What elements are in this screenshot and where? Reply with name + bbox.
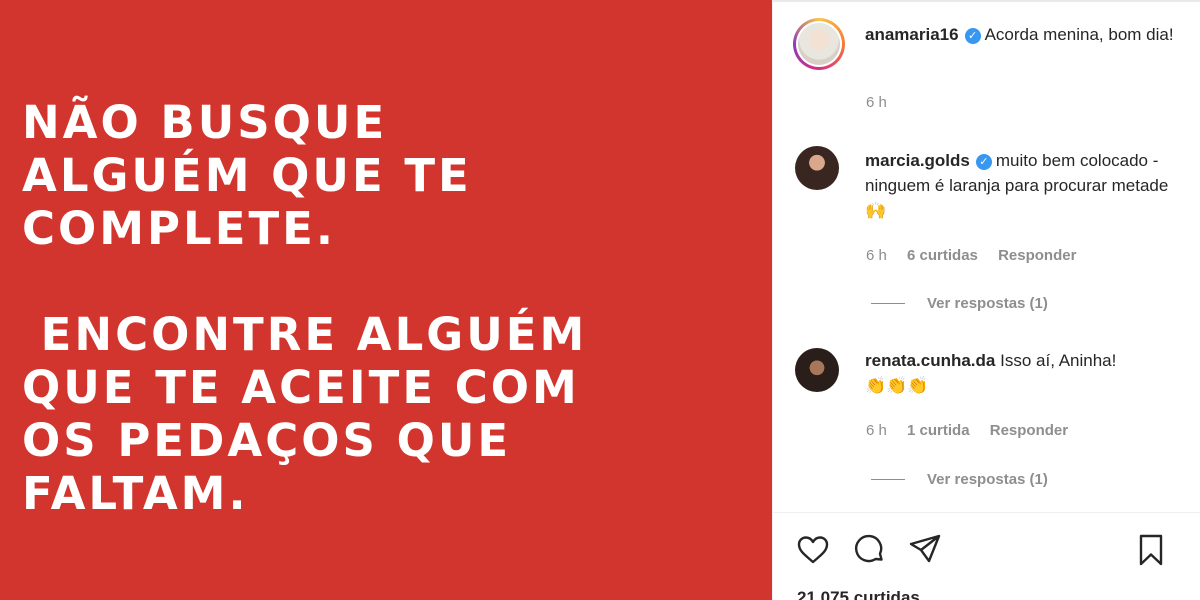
likes-count[interactable]: 21.075 curtidas — [797, 588, 920, 600]
heart-icon[interactable] — [795, 532, 831, 568]
raising-hands-emoji: 🙌 — [865, 201, 887, 220]
comment-username[interactable]: renata.cunha.da — [865, 351, 995, 370]
comment-text: Isso aí, Aninha! — [1000, 351, 1117, 370]
share-icon[interactable] — [907, 532, 943, 568]
post-image[interactable]: NÃO BUSQUE ALGUÉM QUE TE COMPLETE. ENCON… — [0, 0, 772, 600]
caption-username[interactable]: anamaria16 — [865, 25, 959, 44]
quote-line: ALGUÉM QUE TE — [22, 149, 472, 202]
caption-text: Acorda menina, bom dia! — [984, 25, 1174, 44]
verified-badge-icon: ✓ — [964, 28, 981, 44]
quote-line: NÃO BUSQUE — [22, 96, 388, 149]
comment-meta: 6 h 6 curtidas Responder — [866, 247, 1092, 264]
comment-item: renata.cunha.da Isso aí, Aninha! 👏👏👏 — [865, 348, 1185, 398]
quote-line: COMPLETE. — [22, 202, 336, 255]
post-quote: NÃO BUSQUE ALGUÉM QUE TE COMPLETE. ENCON… — [22, 96, 762, 520]
comments-panel: anamaria16 ✓ Acorda menina, bom dia! 6 h m… — [772, 0, 1200, 600]
comment-time: 6 h — [866, 422, 887, 439]
reply-button[interactable]: Responder — [990, 422, 1068, 439]
clapping-hands-emoji: 👏👏👏 — [865, 376, 929, 395]
commenter-avatar[interactable] — [795, 146, 839, 190]
comment-username[interactable]: marcia.golds — [865, 151, 970, 170]
comment-meta: 6 h 1 curtida Responder — [866, 422, 1084, 439]
caption: anamaria16 ✓ Acorda menina, bom dia! — [865, 22, 1185, 47]
view-replies-label: Ver respostas (1) — [927, 471, 1048, 488]
caption-time: 6 h — [866, 94, 887, 111]
bookmark-icon[interactable] — [1133, 532, 1169, 568]
quote-line: FALTAM. — [22, 467, 249, 520]
replies-divider — [871, 303, 905, 304]
commenter-avatar[interactable] — [795, 348, 839, 392]
comment-likes[interactable]: 1 curtida — [907, 422, 970, 439]
reply-button[interactable]: Responder — [998, 247, 1076, 264]
view-replies-button[interactable]: Ver respostas (1) — [871, 471, 1048, 488]
view-replies-button[interactable]: Ver respostas (1) — [871, 295, 1048, 312]
owner-avatar[interactable] — [793, 18, 845, 70]
view-replies-label: Ver respostas (1) — [927, 295, 1048, 312]
quote-line: OS PEDAÇOS QUE — [22, 414, 512, 467]
quote-line: ENCONTRE ALGUÉM — [22, 308, 588, 361]
comment-item: marcia.golds ✓ muito bem colocado - ningue… — [865, 148, 1185, 223]
quote-line: QUE TE ACEITE COM — [22, 361, 580, 414]
comment-time: 6 h — [866, 247, 887, 264]
comment-likes[interactable]: 6 curtidas — [907, 247, 978, 264]
verified-badge-icon: ✓ — [975, 154, 992, 170]
replies-divider — [871, 479, 905, 480]
section-divider — [773, 512, 1200, 513]
comment-icon[interactable] — [851, 532, 887, 568]
action-bar — [795, 532, 1195, 568]
